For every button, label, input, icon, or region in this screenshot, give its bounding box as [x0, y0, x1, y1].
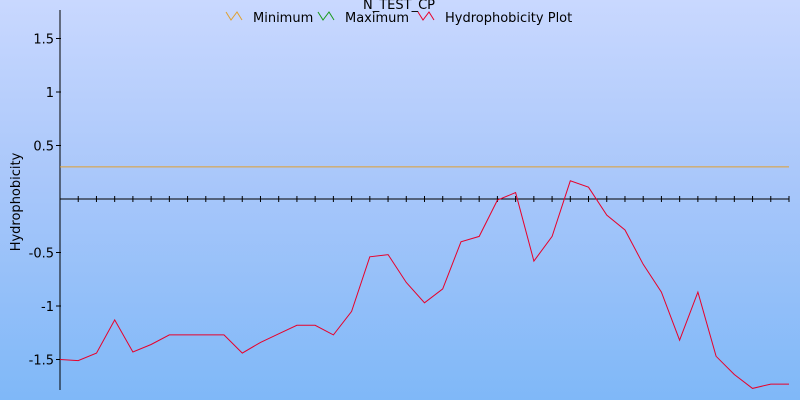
y-tick-label: 0.5: [33, 140, 54, 155]
hydrophobicity-chart: N_TEST_CP Minimum Maximum Hydrophobicity P…: [9, 0, 790, 390]
series-line-hydrophobicity-plot: [59, 180, 789, 389]
legend-label-minimum: Minimum: [253, 11, 313, 26]
legend: Minimum Maximum Hydrophobicity Plot: [225, 11, 572, 26]
y-axis-label: Hydrophobicity: [9, 152, 24, 251]
legend-swatch-maximum: [317, 11, 335, 21]
legend-label-hydrophobicity-plot: Hydrophobicity Plot: [445, 11, 572, 26]
y-tick-label: 1: [46, 86, 54, 101]
y-tick-label: -0.5: [29, 247, 54, 262]
chart-area: N_TEST_CP Minimum Maximum Hydrophobicity P…: [0, 0, 800, 400]
legend-label-maximum: Maximum: [345, 11, 409, 26]
plot-area: 1.5 1 0.5 -0.5 -1 -1.5: [29, 10, 790, 390]
y-tick-label: 1.5: [33, 33, 54, 48]
legend-swatch-minimum: [225, 11, 243, 21]
y-tick-label: -1: [41, 300, 54, 315]
legend-swatch-hydrophobicity-plot: [417, 11, 435, 21]
y-tick-label: -1.5: [29, 354, 54, 369]
